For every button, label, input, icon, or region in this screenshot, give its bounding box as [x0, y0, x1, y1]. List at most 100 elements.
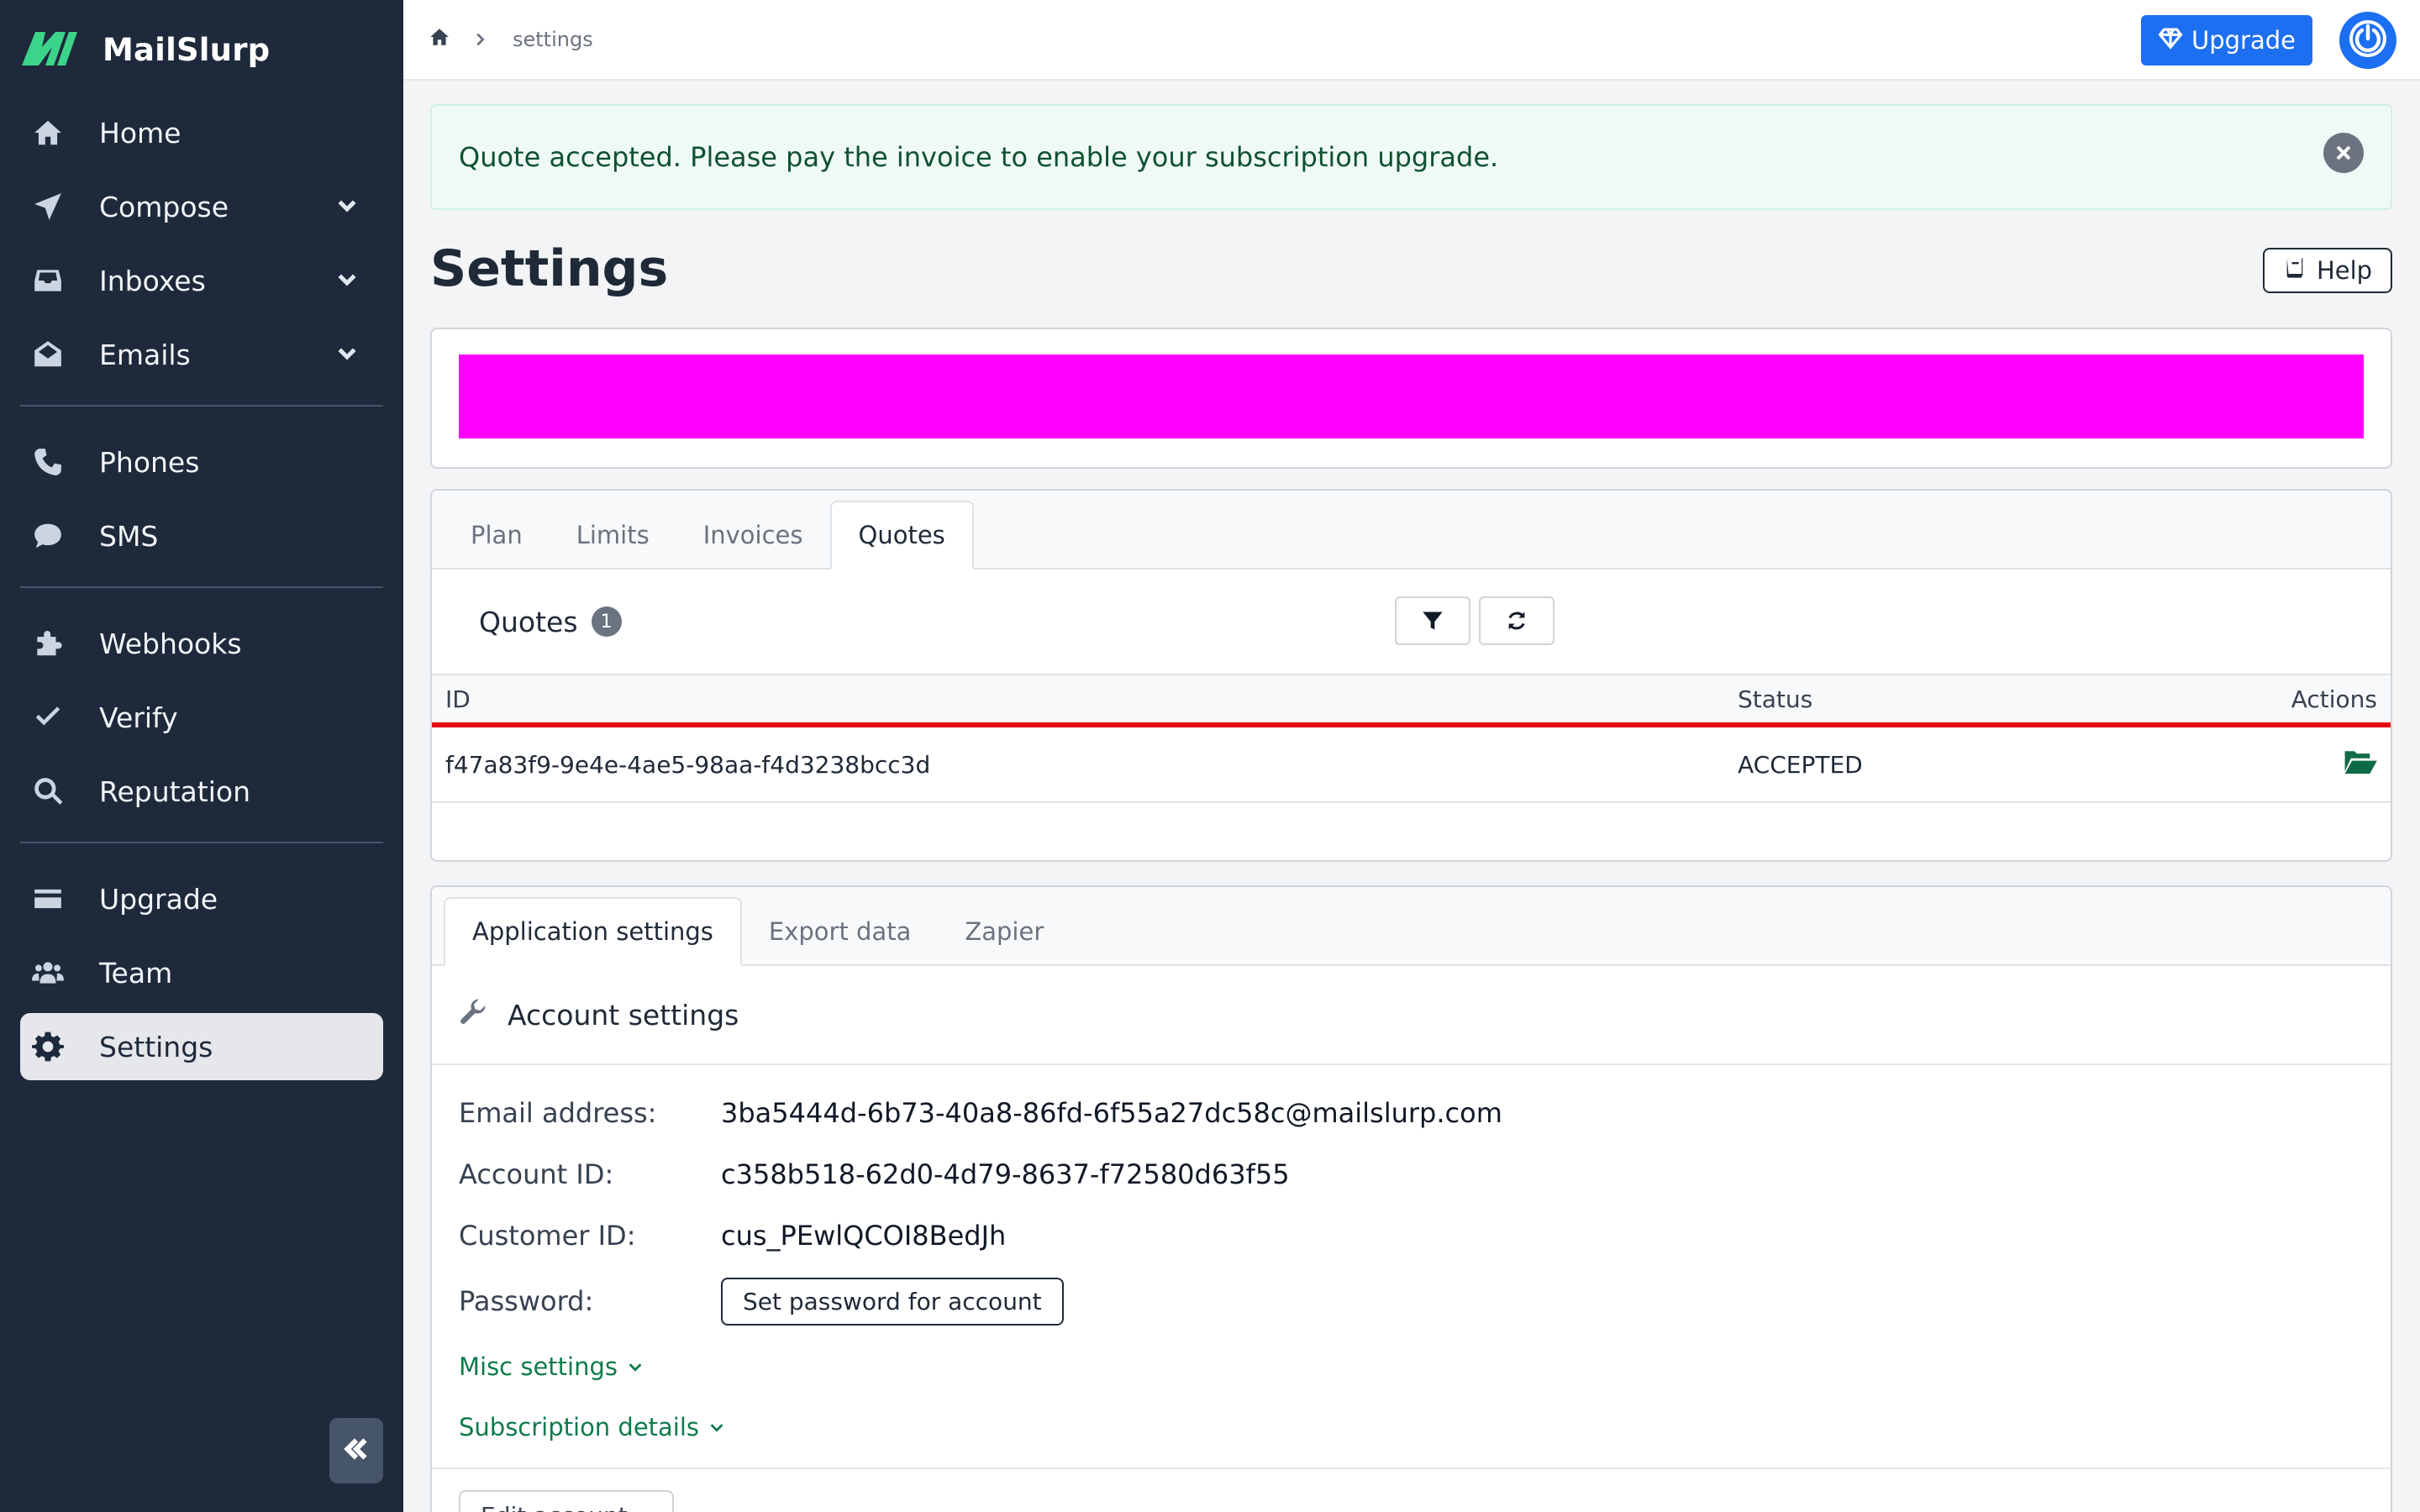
- envelope-open-icon: [32, 339, 77, 370]
- home-icon[interactable]: [429, 26, 450, 53]
- redacted-banner: [459, 354, 2364, 438]
- folder-open-icon: [2344, 750, 2377, 774]
- logout-button[interactable]: [2339, 12, 2396, 69]
- field-label: Password:: [459, 1285, 594, 1317]
- subscription-details-toggle[interactable]: Subscription details: [459, 1397, 2364, 1457]
- billing-tabs: Plan Limits Invoices Quotes: [432, 491, 2391, 570]
- phone-icon: [32, 446, 77, 478]
- account-settings-title: Account settings: [508, 998, 739, 1032]
- misc-settings-toggle[interactable]: Misc settings: [459, 1336, 2364, 1397]
- home-icon: [32, 117, 77, 149]
- puzzle-icon: [32, 627, 77, 659]
- sidebar-item-home[interactable]: Home: [20, 99, 383, 166]
- set-password-button[interactable]: Set password for account: [721, 1277, 1064, 1326]
- sidebar-item-inboxes[interactable]: Inboxes: [20, 247, 383, 314]
- sidebar-item-label: Reputation: [99, 774, 250, 808]
- email-address-value: 3ba5444d-6b73-40a8-86fd-6f55a27dc58c@mai…: [721, 1096, 1502, 1129]
- password-row: Password: Set password for account: [459, 1266, 2364, 1336]
- filter-button[interactable]: [1395, 596, 1470, 645]
- sidebar-item-label: Emails: [99, 338, 191, 371]
- gear-icon: [32, 1031, 77, 1063]
- breadcrumb-current[interactable]: settings: [513, 28, 593, 51]
- sidebar-item-label: Verify: [99, 701, 178, 734]
- filter-icon: [1423, 612, 1443, 630]
- chevron-right-icon: [471, 30, 489, 49]
- quotes-table-header: ID Status Actions: [432, 674, 2391, 727]
- refresh-button[interactable]: [1479, 596, 1555, 645]
- billing-card: Plan Limits Invoices Quotes Quotes 1 ID …: [430, 489, 2392, 862]
- wrench-icon: [459, 998, 508, 1032]
- quotes-title: Quotes: [479, 605, 578, 638]
- email-address-row: Email address: 3ba5444d-6b73-40a8-86fd-6…: [459, 1082, 2364, 1143]
- sidebar-item-label: Settings: [99, 1030, 213, 1063]
- sidebar-item-label: Upgrade: [99, 882, 218, 916]
- tab-limits[interactable]: Limits: [550, 501, 676, 570]
- credit-card-icon: [32, 883, 77, 915]
- sidebar-item-compose[interactable]: Compose: [20, 173, 383, 240]
- topbar: settings Upgrade: [403, 0, 2420, 81]
- sidebar: MailSlurp Home Compose Inboxes Emails Ph…: [0, 0, 403, 1512]
- brand[interactable]: MailSlurp: [0, 0, 403, 99]
- account-fields: Email address: 3ba5444d-6b73-40a8-86fd-6…: [432, 1065, 2391, 1457]
- sidebar-divider: [20, 405, 383, 407]
- paper-plane-icon: [32, 191, 77, 223]
- page-title: Settings: [430, 239, 669, 298]
- sidebar-item-team[interactable]: Team: [20, 939, 383, 1006]
- upgrade-button[interactable]: Upgrade: [2141, 15, 2312, 66]
- field-label: Email address:: [459, 1096, 657, 1129]
- alert-message: Quote accepted. Please pay the invoice t…: [459, 141, 1499, 173]
- book-icon: [2283, 256, 2307, 286]
- tab-plan[interactable]: Plan: [444, 501, 550, 570]
- quote-id: f47a83f9-9e4e-4ae5-98aa-f4d3238bcc3d: [445, 750, 931, 779]
- settings-content: Quote accepted. Please pay the invoice t…: [403, 81, 2420, 1512]
- tab-application-settings[interactable]: Application settings: [444, 897, 742, 966]
- title-row: Settings Help: [430, 210, 2392, 328]
- quotes-header: Quotes 1: [432, 570, 2391, 674]
- diamond-icon: [2158, 25, 2183, 56]
- sidebar-item-emails[interactable]: Emails: [20, 321, 383, 388]
- close-icon: [2336, 145, 2351, 160]
- quote-status: ACCEPTED: [1738, 750, 1863, 779]
- close-alert-button[interactable]: [2323, 133, 2364, 173]
- application-settings-card: Application settings Export data Zapier …: [430, 885, 2392, 1512]
- users-icon: [32, 957, 77, 989]
- edit-account-label: Edit account: [481, 1502, 628, 1512]
- double-chevron-left-icon: [341, 1434, 371, 1467]
- refresh-icon: [1508, 612, 1525, 630]
- sidebar-item-label: Inboxes: [99, 264, 206, 297]
- account-settings-header: Account settings: [432, 966, 2391, 1065]
- sidebar-item-webhooks[interactable]: Webhooks: [20, 610, 383, 677]
- help-button[interactable]: Help: [2263, 248, 2392, 293]
- field-label: Account ID:: [459, 1158, 614, 1190]
- chevron-down-icon: [334, 339, 365, 370]
- upgrade-label: Upgrade: [2191, 26, 2296, 55]
- column-header-id: ID: [445, 685, 471, 713]
- sidebar-item-phones[interactable]: Phones: [20, 428, 383, 496]
- collapse-sidebar-button[interactable]: [329, 1418, 383, 1483]
- breadcrumb: settings: [429, 26, 593, 53]
- tab-zapier[interactable]: Zapier: [938, 897, 1071, 966]
- subscription-details-label: Subscription details: [459, 1413, 700, 1441]
- open-quote-button[interactable]: [2344, 748, 2377, 782]
- column-header-actions: Actions: [2291, 685, 2377, 713]
- edit-account-button[interactable]: Edit account: [459, 1490, 674, 1512]
- account-id-row: Account ID: c358b518-62d0-4d79-8637-f725…: [459, 1143, 2364, 1205]
- tab-invoices[interactable]: Invoices: [676, 501, 830, 570]
- sidebar-item-reputation[interactable]: Reputation: [20, 758, 383, 825]
- check-icon: [32, 701, 77, 733]
- chevron-down-icon: [334, 265, 365, 296]
- customer-id-value: cus_PEwlQCOI8BedJh: [721, 1219, 1007, 1252]
- misc-settings-label: Misc settings: [459, 1352, 618, 1381]
- account-id-value: c358b518-62d0-4d79-8637-f72580d63f55: [721, 1158, 1290, 1190]
- sidebar-item-settings[interactable]: Settings: [20, 1013, 383, 1080]
- sidebar-item-upgrade[interactable]: Upgrade: [20, 865, 383, 932]
- sidebar-divider: [20, 586, 383, 588]
- tab-export-data[interactable]: Export data: [742, 897, 938, 966]
- tab-quotes[interactable]: Quotes: [829, 501, 974, 570]
- sidebar-item-verify[interactable]: Verify: [20, 684, 383, 751]
- quote-accepted-alert: Quote accepted. Please pay the invoice t…: [430, 104, 2392, 210]
- mailslurp-logo-icon: [20, 27, 79, 72]
- sidebar-item-sms[interactable]: SMS: [20, 502, 383, 570]
- sidebar-item-label: Webhooks: [99, 627, 242, 660]
- sidebar-item-label: SMS: [99, 519, 159, 553]
